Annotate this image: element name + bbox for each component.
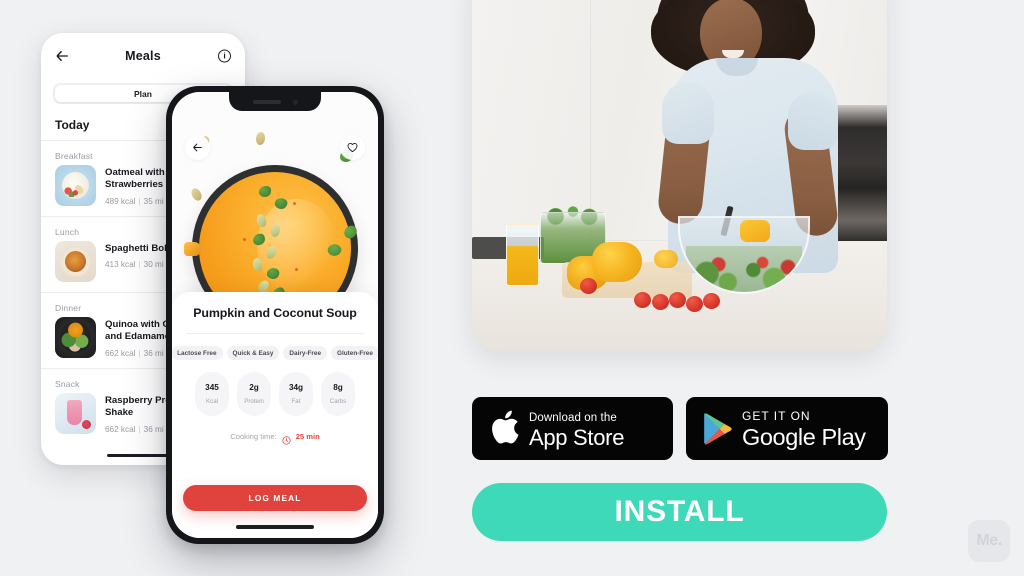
nutrition-value: 2g (249, 383, 259, 392)
nutrition-label: Fat (291, 398, 301, 405)
recipe-title: Pumpkin and Coconut Soup (193, 306, 357, 320)
nutrition-value: 8g (333, 383, 343, 392)
meal-thumbnail (55, 241, 96, 282)
soup-bowl-illustration (192, 165, 358, 308)
cooking-time-label: Cooking time: (230, 432, 277, 441)
info-icon[interactable]: i (218, 49, 231, 63)
google-play-icon (703, 412, 733, 445)
pumpkin-chunk-icon (184, 242, 201, 256)
meal-time: 35 mi (143, 196, 164, 206)
meal-thumbnail (55, 317, 96, 358)
back-arrow-icon[interactable] (185, 135, 210, 160)
nutrition-protein: 2g Protein (237, 372, 271, 416)
nutrition-label: Carbs (329, 398, 347, 405)
meal-time: 36 mi (143, 424, 164, 434)
nutrition-label: Protein (244, 398, 264, 405)
meal-kcal: 413 kcal (105, 260, 136, 270)
cooking-time-value: 25 min (295, 432, 320, 441)
badge-small-text: Download on the (529, 411, 617, 424)
badge-big-text: Google Play (742, 423, 866, 450)
apple-icon (489, 410, 520, 447)
cherry-tomato (580, 278, 597, 294)
meal-thumbnail (55, 165, 96, 206)
badge-small-text: GET IT ON (742, 408, 811, 423)
google-play-badge[interactable]: GET IT ON Google Play (686, 397, 888, 460)
meal-name-line2: and Edamame (105, 331, 171, 343)
badge-big-text: App Store (529, 424, 625, 450)
tag-quick-easy[interactable]: Quick & Easy (226, 346, 280, 360)
app-store-badge[interactable]: Download on the App Store (472, 397, 673, 460)
meal-kcal: 662 kcal (105, 424, 136, 434)
recipe-phone: Pumpkin and Coconut Soup Lactose Free Qu… (166, 86, 384, 544)
recipe-detail-card: Pumpkin and Coconut Soup Lactose Free Qu… (172, 292, 378, 538)
google-play-label: GET IT ON Google Play (742, 407, 866, 450)
shirt-sleeve-right (788, 92, 838, 150)
meal-stats: 662 kcal | 36 mi (105, 349, 174, 358)
phone-notch (229, 92, 321, 111)
meal-stats: 413 kcal | 30 mi (105, 260, 173, 269)
store-badges: Download on the App Store GET IT ON Goog… (472, 397, 888, 460)
cooking-time-row: Cooking time: 25 min (182, 432, 368, 445)
divider (186, 333, 364, 334)
promo-canvas: Meals i Plan Today Breakfast Oatmeal wit… (0, 0, 1024, 576)
salad (686, 246, 802, 292)
cherry-tomato (686, 296, 703, 312)
cherry-tomato (652, 294, 669, 310)
app-store-label: Download on the App Store (529, 408, 624, 450)
pepper-piece-in-bowl (740, 220, 770, 242)
stat-divider: | (138, 260, 141, 270)
recipe-hero-image (172, 92, 378, 308)
meal-stats: 489 kcal | 35 mi (105, 197, 174, 206)
cherry-tomato (669, 292, 686, 308)
meal-time: 36 mi (143, 348, 164, 358)
meal-name-line1: Spaghetti Bolo (105, 243, 173, 254)
stat-divider: | (138, 348, 141, 358)
back-arrow-icon[interactable] (55, 49, 69, 63)
nutrition-value: 345 (205, 383, 219, 392)
nutrition-value: 34g (288, 383, 304, 392)
cherry-tomato (703, 293, 720, 309)
nutrition-label: Kcal (205, 398, 219, 405)
cherry-tomato (634, 292, 651, 308)
nutrition-fat: 34g Fat (279, 372, 313, 416)
recipe-tags: Lactose Free Quick & Easy Dairy-Free Glu… (172, 346, 378, 360)
nutrition-facts: 345 Kcal 2g Protein 34g Fat 8g Carbs (182, 372, 368, 416)
stat-divider: | (138, 424, 141, 434)
meal-kcal: 489 kcal (105, 196, 136, 206)
stat-divider: | (138, 196, 141, 206)
camera-icon (292, 99, 298, 105)
yellow-pepper (592, 242, 642, 282)
tag-gluten-free[interactable]: Gluten-Free (331, 346, 378, 360)
tag-lactose-free[interactable]: Lactose Free (172, 346, 223, 360)
meal-time: 30 mi (143, 260, 164, 270)
speaker-icon (252, 100, 281, 104)
brand-watermark: Me. (968, 520, 1010, 562)
shirt-sleeve-left (662, 82, 714, 144)
log-meal-button[interactable]: LOG MEAL (183, 485, 367, 511)
clock-icon (282, 432, 291, 445)
meal-name-line1: Oatmeal with A (105, 167, 174, 178)
page-title: Meals (125, 49, 161, 63)
lifestyle-photo (472, 0, 887, 351)
meal-name-line1: Quinoa with Gr (105, 319, 174, 330)
orange-juice-glass (506, 224, 539, 286)
nutrition-kcal: 345 Kcal (195, 372, 229, 416)
home-indicator (236, 525, 314, 529)
meal-thumbnail (55, 393, 96, 434)
meal-name-line2: Strawberries (105, 179, 164, 191)
meals-header: Meals i (41, 33, 245, 79)
pumpkin-seed-icon (255, 131, 266, 146)
meal-kcal: 662 kcal (105, 348, 136, 358)
heart-icon[interactable] (340, 135, 365, 160)
tag-dairy-free[interactable]: Dairy-Free (283, 346, 328, 360)
yellow-pepper-half (654, 250, 678, 268)
nutrition-carbs: 8g Carbs (321, 372, 355, 416)
install-button[interactable]: INSTALL (472, 483, 887, 541)
